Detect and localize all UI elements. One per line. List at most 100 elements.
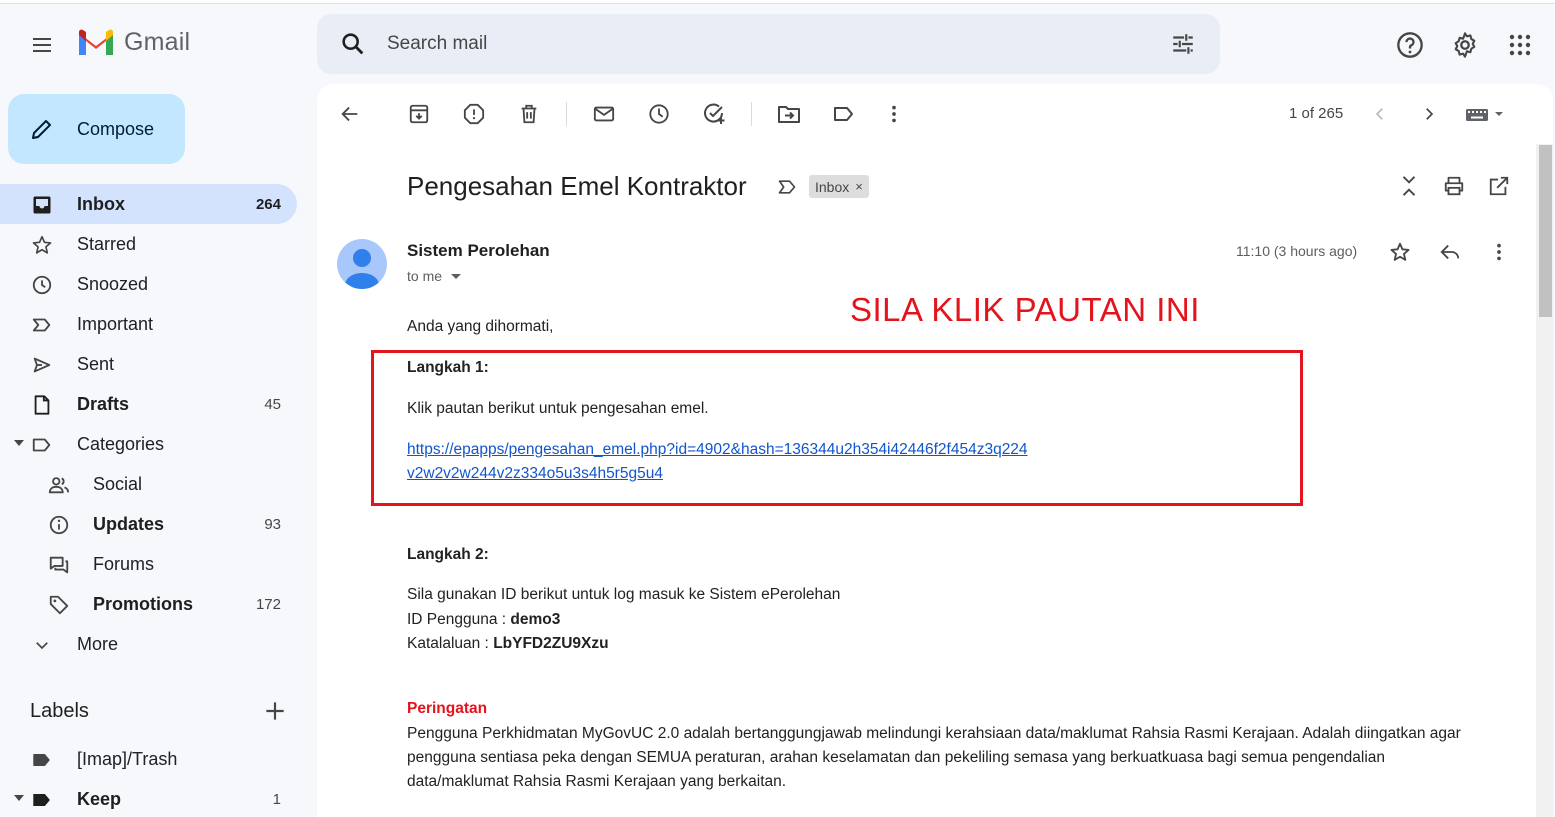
user-id-value: demo3 — [510, 611, 561, 628]
warning-title: Peringatan — [407, 700, 488, 717]
sidebar-item-label: Sent — [77, 354, 115, 374]
sidebar-item-sent[interactable]: Sent — [0, 344, 297, 384]
chip-label: Inbox — [815, 178, 850, 195]
support-button[interactable] — [1392, 27, 1428, 63]
sidebar-item-categories[interactable]: Categories — [0, 424, 297, 464]
gmail-logo[interactable]: Gmail — [76, 27, 190, 57]
sender-avatar[interactable] — [337, 239, 387, 289]
important-icon — [30, 313, 54, 337]
email-subject: Pengesahan Emel Kontraktor — [407, 171, 747, 201]
report-spam-button[interactable] — [461, 101, 487, 127]
app-header: Gmail — [0, 5, 1555, 81]
recipient-text: to me — [407, 268, 443, 284]
step1-text: Klik pautan berikut untuk pengesahan eme… — [407, 400, 709, 417]
dropdown-arrow-icon — [451, 273, 462, 279]
scrollbar[interactable] — [1536, 144, 1553, 817]
new-window-button[interactable] — [1486, 173, 1512, 199]
unread-count: 1 — [272, 791, 281, 808]
input-tools-button[interactable] — [1463, 101, 1507, 127]
chevron-left-icon — [1375, 108, 1383, 120]
password-row: Katalaluan : LbYFD2ZU9Xzu — [407, 632, 609, 656]
back-button[interactable] — [337, 101, 363, 127]
add-to-tasks-button[interactable] — [701, 101, 727, 127]
sidebar-item-forums[interactable]: Forums — [0, 544, 297, 584]
expand-caret-icon[interactable] — [14, 440, 24, 446]
verification-link-line2[interactable]: v2w2v2w244v2z334o5u3s4h5r5g5u4 — [407, 462, 663, 486]
sidebar-item-starred[interactable]: Starred — [0, 224, 297, 264]
snooze-button[interactable] — [646, 101, 672, 127]
archive-button[interactable] — [406, 101, 432, 127]
star-button[interactable] — [1387, 239, 1413, 265]
report-icon — [463, 103, 485, 125]
verification-link-line1[interactable]: https://epapps/pengesahan_emel.php?id=49… — [407, 438, 1028, 462]
scrollbar-thumb[interactable] — [1539, 145, 1552, 317]
settings-button[interactable] — [1447, 27, 1483, 63]
warning-line-3: data/maklumat Rahsia Rasmi Kerajaan yang… — [407, 773, 787, 790]
people-icon — [47, 473, 71, 497]
archive-icon — [409, 104, 429, 124]
more-vert-icon — [1497, 243, 1501, 261]
app-name: Gmail — [124, 27, 191, 56]
sidebar-item-label: Social — [93, 474, 143, 494]
google-apps-button[interactable] — [1502, 27, 1538, 63]
sidebar-item-drafts[interactable]: Drafts 45 — [0, 384, 297, 424]
sidebar-item-label: Snoozed — [77, 274, 149, 294]
chevron-down-icon — [30, 633, 54, 657]
newer-button[interactable] — [1367, 101, 1393, 127]
main-menu-button[interactable] — [24, 27, 60, 63]
importance-marker-icon[interactable] — [777, 178, 797, 201]
remove-label-button[interactable]: × — [855, 179, 863, 194]
step2-title: Langkah 2: — [407, 546, 489, 563]
reply-button[interactable] — [1437, 239, 1463, 265]
label-icon — [30, 433, 54, 457]
move-to-button[interactable] — [776, 101, 802, 127]
more-actions-button[interactable] — [881, 101, 907, 127]
sidebar-item-social[interactable]: Social — [0, 464, 297, 504]
step2-text: Sila gunakan ID berikut untuk log masuk … — [407, 586, 841, 603]
search-options-button[interactable] — [1170, 31, 1196, 62]
sender-name[interactable]: Sistem Perolehan — [407, 241, 550, 261]
print-all-button[interactable] — [1441, 173, 1467, 199]
gmail-m-icon — [79, 29, 113, 55]
compose-button[interactable]: Compose — [8, 94, 185, 164]
sidebar-item-promotions[interactable]: Promotions 172 — [0, 584, 297, 624]
mark-unread-button[interactable] — [591, 101, 617, 127]
window-top-edge — [0, 0, 1555, 4]
sidebar-item-more[interactable]: More — [0, 624, 297, 664]
create-label-button[interactable] — [262, 698, 288, 724]
sidebar-item-label: Categories — [77, 434, 165, 454]
toolbar-divider — [566, 102, 567, 126]
sidebar-item-updates[interactable]: Updates 93 — [0, 504, 297, 544]
sidebar-item-snoozed[interactable]: Snoozed — [0, 264, 297, 304]
inbox-label-chip: Inbox × — [809, 175, 869, 198]
search-button[interactable] — [339, 30, 367, 63]
collapse-all-button[interactable] — [1396, 173, 1422, 199]
gear-icon — [1454, 32, 1476, 58]
delete-button[interactable] — [516, 101, 542, 127]
message-more-button[interactable] — [1486, 239, 1512, 265]
greeting: Anda yang dihormati, — [407, 318, 554, 335]
arrow-back-icon — [341, 106, 358, 122]
password-value: LbYFD2ZU9Xzu — [493, 635, 609, 652]
sidebar-label-keep[interactable]: Keep 1 — [0, 779, 297, 817]
sidebar-item-label: [Imap]/Trash — [77, 749, 178, 769]
recipient-details-toggle[interactable]: to me — [407, 268, 462, 284]
expand-caret-icon[interactable] — [14, 795, 24, 801]
clock-icon — [649, 104, 669, 124]
password-label: Katalaluan : — [407, 635, 494, 652]
sidebar-label-imap-trash[interactable]: [Imap]/Trash — [0, 739, 297, 779]
sidebar-item-inbox[interactable]: Inbox 264 — [0, 184, 297, 224]
older-button[interactable] — [1416, 101, 1442, 127]
move-folder-icon — [778, 106, 800, 123]
sidebar-item-important[interactable]: Important — [0, 304, 297, 344]
hamburger-icon — [33, 38, 51, 52]
toolbar-divider — [751, 102, 752, 126]
search-input[interactable] — [387, 27, 1147, 61]
annotation-label: SILA KLIK PAUTAN INI — [850, 291, 1200, 328]
message-time: 11:10 (3 hours ago) — [1236, 243, 1358, 259]
sidebar-item-label: Drafts — [77, 394, 130, 414]
draft-count: 45 — [264, 396, 281, 413]
sidebar-item-label: Starred — [77, 234, 137, 254]
person-icon — [345, 249, 379, 289]
labels-button[interactable] — [831, 101, 857, 127]
